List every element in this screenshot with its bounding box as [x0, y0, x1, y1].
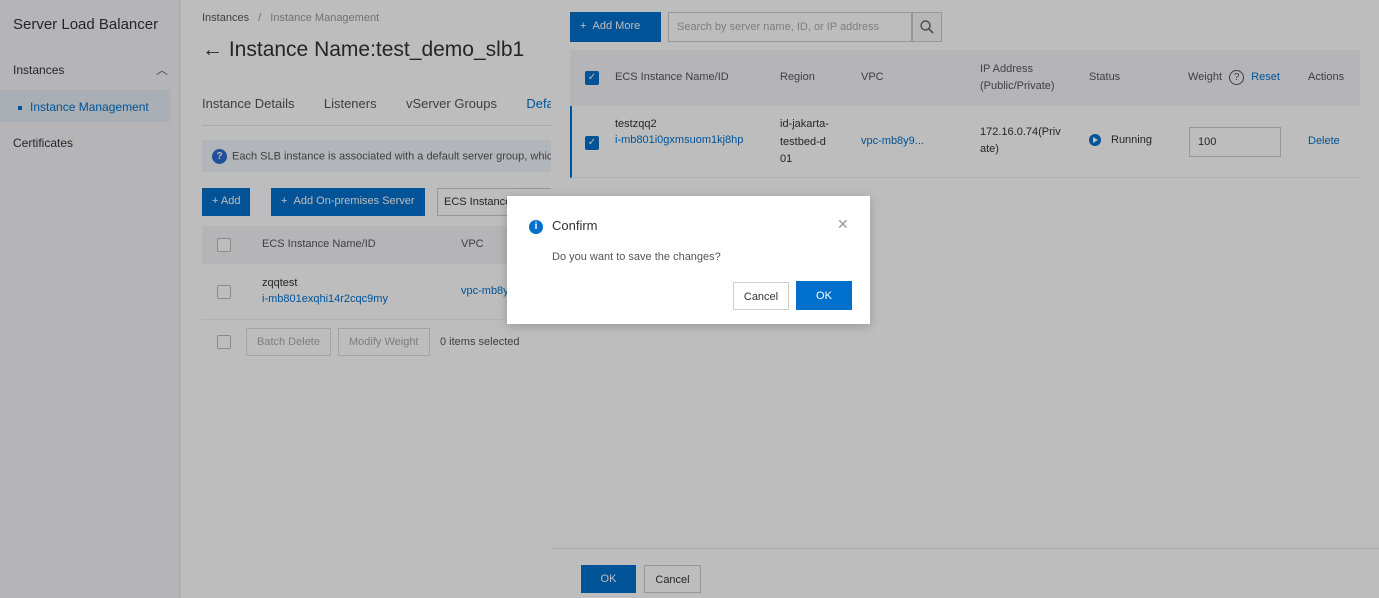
page-overlay: [0, 0, 551, 598]
ok-button[interactable]: OK: [796, 281, 852, 310]
dialog-message: Do you want to save the changes?: [552, 251, 721, 263]
dialog-title: Confirm: [552, 218, 598, 233]
close-icon[interactable]: ✕: [837, 216, 849, 233]
confirm-dialog: i Confirm ✕ Do you want to save the chan…: [507, 196, 870, 324]
info-icon: i: [529, 220, 543, 234]
cancel-button[interactable]: Cancel: [733, 282, 789, 310]
